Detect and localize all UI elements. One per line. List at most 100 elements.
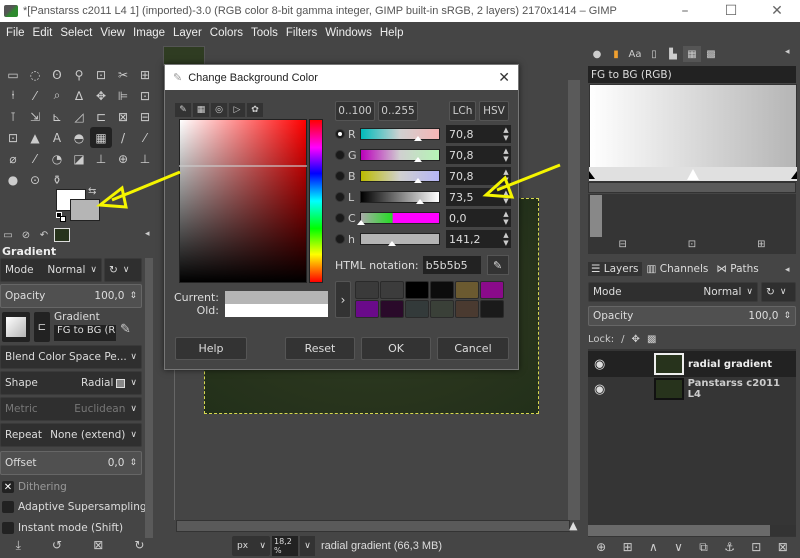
- tool-options-tab-icon[interactable]: ⊘: [18, 228, 34, 242]
- tool-button[interactable]: ⊡: [2, 127, 24, 148]
- history-color-swatch[interactable]: [355, 281, 379, 299]
- zoom-all-icon[interactable]: ⊞: [757, 239, 765, 250]
- delete-layer-icon[interactable]: ⊠: [778, 540, 788, 555]
- reverse-gradient-icon[interactable]: ⊏: [34, 312, 50, 342]
- channel-value-input[interactable]: 70,8: [446, 125, 501, 143]
- channel-slider[interactable]: [360, 149, 440, 162]
- zoom-in-icon[interactable]: ⊡: [688, 239, 696, 250]
- visibility-eye-icon[interactable]: ◉: [594, 357, 618, 372]
- range-0-100-button[interactable]: 0..100: [335, 101, 375, 121]
- delete-options-icon[interactable]: ⊠: [93, 538, 103, 553]
- tool-button[interactable]: ⊡: [90, 64, 112, 85]
- tab-layers[interactable]: ☰ Layers: [588, 262, 642, 276]
- shape-select[interactable]: Shape Radial ∨: [0, 371, 142, 395]
- tool-button[interactable]: ⊾: [46, 106, 68, 127]
- layer-mask-icon[interactable]: ⊡: [751, 540, 761, 555]
- palettes-tab-icon[interactable]: ▩: [702, 46, 720, 62]
- gradient-stops[interactable]: [589, 167, 797, 181]
- tool-button[interactable]: ▲: [24, 127, 46, 148]
- slider-marker-icon[interactable]: [357, 220, 365, 225]
- spin-arrows-icon[interactable]: ▲ ▼: [501, 125, 511, 143]
- tool-button[interactable]: ▭: [2, 64, 24, 85]
- menu-file[interactable]: File: [2, 27, 29, 39]
- channel-value-input[interactable]: 73,5: [446, 188, 501, 206]
- history-color-swatch[interactable]: [455, 281, 479, 299]
- tool-button[interactable]: ⊞: [134, 64, 156, 85]
- tool-button[interactable]: ⊡: [134, 85, 156, 106]
- opacity-spinbox[interactable]: Opacity 100,0 ⇕: [0, 284, 142, 308]
- history-color-swatch[interactable]: [405, 300, 429, 318]
- tool-button[interactable]: ⚲: [68, 64, 90, 85]
- channel-value-input[interactable]: 141,2: [446, 230, 501, 248]
- adaptive-supersampling-checkbox[interactable]: [2, 501, 14, 513]
- tool-button[interactable]: ◪: [68, 148, 90, 169]
- tool-button[interactable]: ⌕: [46, 85, 68, 106]
- hue-strip[interactable]: [309, 119, 323, 283]
- images-tab-icon[interactable]: [54, 228, 70, 242]
- menu-help[interactable]: Help: [376, 27, 408, 39]
- menu-layer[interactable]: Layer: [169, 27, 206, 39]
- fonts-tab-icon[interactable]: Aa: [626, 46, 644, 62]
- midpoint-handle-icon[interactable]: [687, 169, 699, 180]
- tool-button[interactable]: ●: [2, 169, 24, 190]
- color-picker-eyedropper-icon[interactable]: ✎: [486, 255, 509, 275]
- offset-spinbox[interactable]: Offset 0,0 ⇕: [0, 451, 142, 475]
- spin-arrows-icon[interactable]: ▲ ▼: [501, 146, 511, 164]
- blend-color-space-select[interactable]: Blend Color Space Pe... ∨: [0, 345, 142, 369]
- document-history-tab-icon[interactable]: ▯: [645, 46, 663, 62]
- menu-colors[interactable]: Colors: [206, 27, 247, 39]
- restore-options-icon[interactable]: ↺: [52, 538, 62, 553]
- triangle-selector-tab-icon[interactable]: ▷: [229, 103, 245, 117]
- tool-button[interactable]: /: [112, 127, 134, 148]
- lower-layer-icon[interactable]: ∨: [674, 540, 683, 555]
- channel-radio[interactable]: [335, 192, 345, 202]
- tool-button[interactable]: ⊫: [112, 85, 134, 106]
- layer-opacity-spinbox[interactable]: Opacity 100,0 ⇕: [588, 306, 796, 326]
- saturation-value-picker[interactable]: [179, 119, 307, 283]
- tool-button[interactable]: ⍿: [2, 85, 24, 106]
- duplicate-layer-icon[interactable]: ⧉: [699, 540, 708, 555]
- maximize-button[interactable]: ☐: [708, 3, 754, 19]
- spin-arrows-icon[interactable]: ⇕: [129, 458, 137, 468]
- tool-button[interactable]: ʘ: [46, 64, 68, 85]
- spin-arrows-icon[interactable]: ⇕: [129, 291, 137, 301]
- ok-button[interactable]: OK: [361, 337, 431, 360]
- slider-marker-icon[interactable]: [413, 136, 422, 141]
- zoom-field[interactable]: 18,2 %: [272, 536, 298, 556]
- slider-marker-icon[interactable]: [388, 241, 397, 246]
- dock-menu-icon[interactable]: ◂: [785, 265, 790, 275]
- gradient-preview-button[interactable]: [2, 312, 30, 342]
- tool-button[interactable]: ◔: [46, 148, 68, 169]
- metric-select[interactable]: Metric Euclidean ∨: [0, 397, 142, 421]
- slider-marker-icon[interactable]: [413, 157, 422, 162]
- help-button[interactable]: Help: [175, 337, 247, 360]
- channel-radio[interactable]: [335, 234, 345, 244]
- channel-radio[interactable]: [335, 171, 345, 181]
- history-color-swatch[interactable]: [430, 281, 454, 299]
- history-color-swatch[interactable]: [480, 281, 504, 299]
- gradients-tab-icon[interactable]: ▦: [683, 46, 701, 62]
- canvas-horizontal-scrollbar[interactable]: [176, 520, 570, 532]
- zoom-dropdown-icon[interactable]: ∨: [300, 536, 315, 556]
- tool-button[interactable]: ∆: [68, 85, 90, 106]
- tool-button[interactable]: ⇲: [24, 106, 46, 127]
- layer-composite-select[interactable]: ↻ ∨: [761, 282, 796, 302]
- device-status-tab-icon[interactable]: ▭: [0, 228, 16, 242]
- spin-arrows-icon[interactable]: ▲ ▼: [501, 167, 511, 185]
- new-layer-group-icon[interactable]: ⊞: [623, 540, 633, 555]
- hsv-button[interactable]: HSV: [479, 101, 509, 121]
- slider-marker-icon[interactable]: [413, 178, 422, 183]
- channel-radio[interactable]: [335, 213, 345, 223]
- html-notation-input[interactable]: b5b5b5: [422, 256, 481, 274]
- history-color-swatch[interactable]: [380, 281, 404, 299]
- repeat-select[interactable]: Repeat None (extend) ∨: [0, 423, 142, 447]
- tool-button[interactable]: ✥: [90, 85, 112, 106]
- tool-button[interactable]: ⊠: [112, 106, 134, 127]
- new-layer-icon[interactable]: ⊕: [596, 540, 606, 555]
- undo-history-tab-icon[interactable]: ↶: [36, 228, 52, 242]
- dock-menu-icon[interactable]: ◂: [785, 47, 790, 57]
- tab-paths[interactable]: ⋈ Paths: [713, 262, 762, 276]
- layers-scrollbar[interactable]: [588, 525, 796, 536]
- menu-image[interactable]: Image: [129, 27, 169, 39]
- dock-menu-icon[interactable]: ◂: [145, 229, 150, 239]
